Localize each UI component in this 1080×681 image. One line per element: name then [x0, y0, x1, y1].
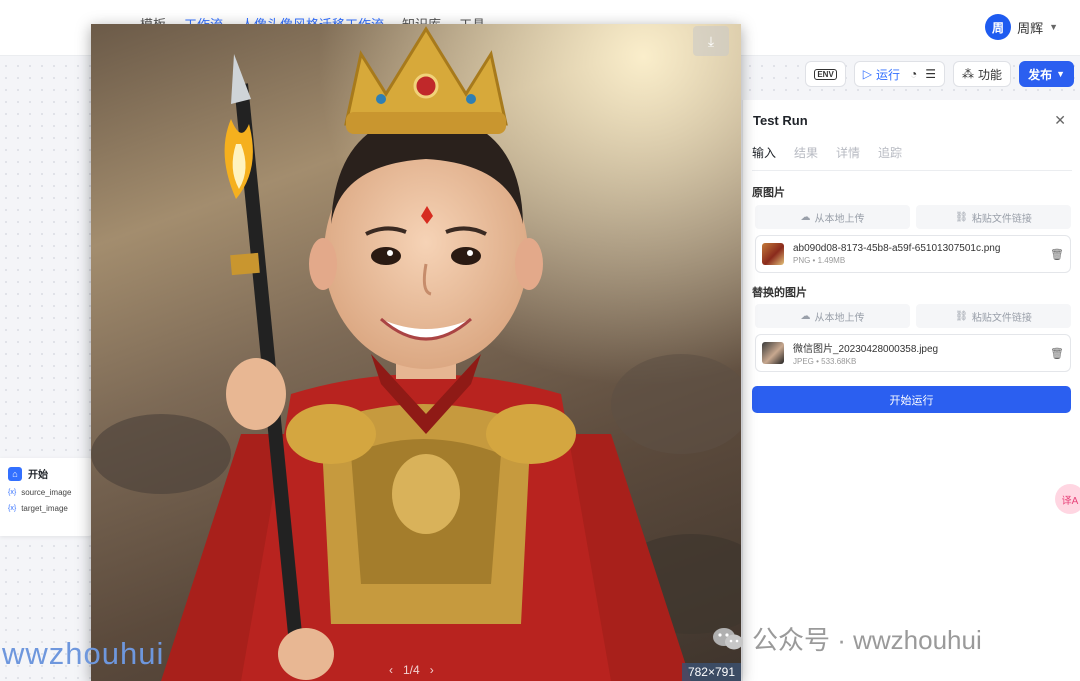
close-icon[interactable]: ✕	[1054, 112, 1066, 129]
source-upload-row: ☁ 从本地上传 ⛓ 粘贴文件链接	[755, 205, 1071, 229]
wechat-icon	[713, 627, 743, 649]
trash-icon[interactable]: 🗑	[1050, 347, 1064, 360]
image-preview[interactable]: ⤓ ‹ 1/4 › 782×791	[91, 24, 741, 681]
image-dimensions: 782×791	[681, 663, 741, 681]
target-upload-row: ☁ 从本地上传 ⛓ 粘贴文件链接	[755, 304, 1071, 328]
play-icon: ▷	[862, 67, 873, 81]
target-image-label: 替换的图片	[752, 287, 807, 299]
chevron-down-icon: ▼	[1049, 22, 1058, 32]
paste-link-label: 粘贴文件链接	[971, 213, 1032, 225]
link-icon: ⛓	[955, 310, 968, 322]
user-menu[interactable]: 周 周辉 ▼	[985, 14, 1058, 40]
target-paste-link-button[interactable]: ⛓ 粘贴文件链接	[916, 304, 1071, 328]
portrait-image	[91, 24, 741, 681]
panel-title: Test Run	[753, 113, 808, 128]
checklist-icon[interactable]: ☰	[925, 67, 936, 81]
file-name: 微信图片_20230428000358.jpeg	[793, 344, 939, 355]
file-meta: PNG • 1.49MB	[793, 256, 846, 265]
source-file-card: ab090d08-8173-45b8-a59f-65101307501c.png…	[755, 235, 1071, 273]
download-icon[interactable]: ⤓	[693, 26, 729, 56]
tab-result[interactable]: 结果	[794, 144, 818, 161]
run-group: ▷ 运行 ◔ ☰	[853, 61, 946, 87]
start-node-title: 开始	[28, 470, 48, 481]
feature-button[interactable]: ⁂ 功能	[953, 61, 1012, 87]
start-var-target: {x} target_image	[8, 504, 96, 513]
watermark-right: 公众号 · wwzhouhui	[712, 620, 982, 657]
var-name: target_image	[21, 504, 68, 513]
home-icon: ⌂	[8, 466, 22, 481]
source-upload-local-button[interactable]: ☁ 从本地上传	[755, 205, 910, 229]
grid-icon: ⁂	[962, 67, 975, 81]
workflow-toolbar: ENV ▷ 运行 ◔ ☰ ⁂ 功能 发布 ▼	[805, 61, 1074, 87]
link-icon: ⛓	[955, 211, 968, 223]
feature-label: 功能	[978, 67, 1003, 82]
trash-icon[interactable]: 🗑	[1050, 248, 1064, 261]
publish-button[interactable]: 发布 ▼	[1019, 61, 1074, 87]
variable-icon: {x}	[8, 505, 17, 512]
cloud-upload-icon: ☁	[800, 211, 811, 223]
user-name: 周辉	[1017, 20, 1044, 36]
source-paste-link-button[interactable]: ⛓ 粘贴文件链接	[916, 205, 1071, 229]
upload-local-label: 从本地上传	[814, 312, 865, 324]
target-file-card: 微信图片_20230428000358.jpeg JPEG • 533.68KB…	[755, 334, 1071, 372]
watermark-right-text: 公众号 · wwzhouhui	[752, 625, 982, 655]
start-node-header: ⌂ 开始	[8, 466, 96, 481]
variable-icon: {x}	[8, 489, 17, 496]
start-run-button[interactable]: 开始运行	[752, 386, 1071, 413]
var-name: source_image	[21, 488, 72, 497]
tab-detail[interactable]: 详情	[836, 144, 860, 161]
file-name: ab090d08-8173-45b8-a59f-65101307501c.png	[793, 243, 1001, 254]
file-info: ab090d08-8173-45b8-a59f-65101307501c.png…	[793, 243, 1050, 265]
env-button[interactable]: ENV	[805, 61, 846, 87]
timer-icon[interactable]: ◔	[910, 67, 917, 81]
file-thumbnail	[762, 342, 784, 364]
file-thumbnail	[762, 243, 784, 265]
tab-trace[interactable]: 追踪	[878, 144, 902, 161]
page-number: 1/4	[403, 663, 420, 677]
next-page-icon[interactable]: ›	[430, 663, 434, 677]
translate-icon[interactable]: 译A	[1055, 484, 1080, 514]
file-meta: JPEG • 533.68KB	[793, 357, 857, 366]
start-node[interactable]: ⌂ 开始 {x} source_image {x} target_image	[0, 458, 96, 536]
publish-label: 发布	[1028, 67, 1053, 82]
panel-tabs: 输入 结果 详情 追踪	[752, 144, 902, 161]
file-info: 微信图片_20230428000358.jpeg JPEG • 533.68KB	[793, 340, 1050, 366]
env-icon: ENV	[814, 68, 837, 80]
tab-input[interactable]: 输入	[752, 144, 776, 161]
paste-link-label: 粘贴文件链接	[971, 312, 1032, 324]
tab-divider	[752, 170, 1072, 171]
test-run-panel: Test Run ✕ 输入 结果 详情 追踪 原图片 ☁ 从本地上传 ⛓ 粘贴文…	[742, 100, 1080, 681]
source-image-label: 原图片	[752, 187, 785, 199]
chevron-down-icon: ▼	[1056, 69, 1065, 79]
avatar[interactable]: 周	[985, 14, 1012, 40]
upload-local-label: 从本地上传	[814, 213, 865, 225]
start-var-source: {x} source_image	[8, 488, 96, 497]
watermark-left: wwzhouhui	[2, 636, 165, 671]
page-indicator: ‹ 1/4 ›	[389, 663, 434, 677]
run-button[interactable]: 运行	[876, 66, 900, 83]
target-upload-local-button[interactable]: ☁ 从本地上传	[755, 304, 910, 328]
cloud-upload-icon: ☁	[800, 310, 811, 322]
prev-page-icon[interactable]: ‹	[389, 663, 393, 677]
